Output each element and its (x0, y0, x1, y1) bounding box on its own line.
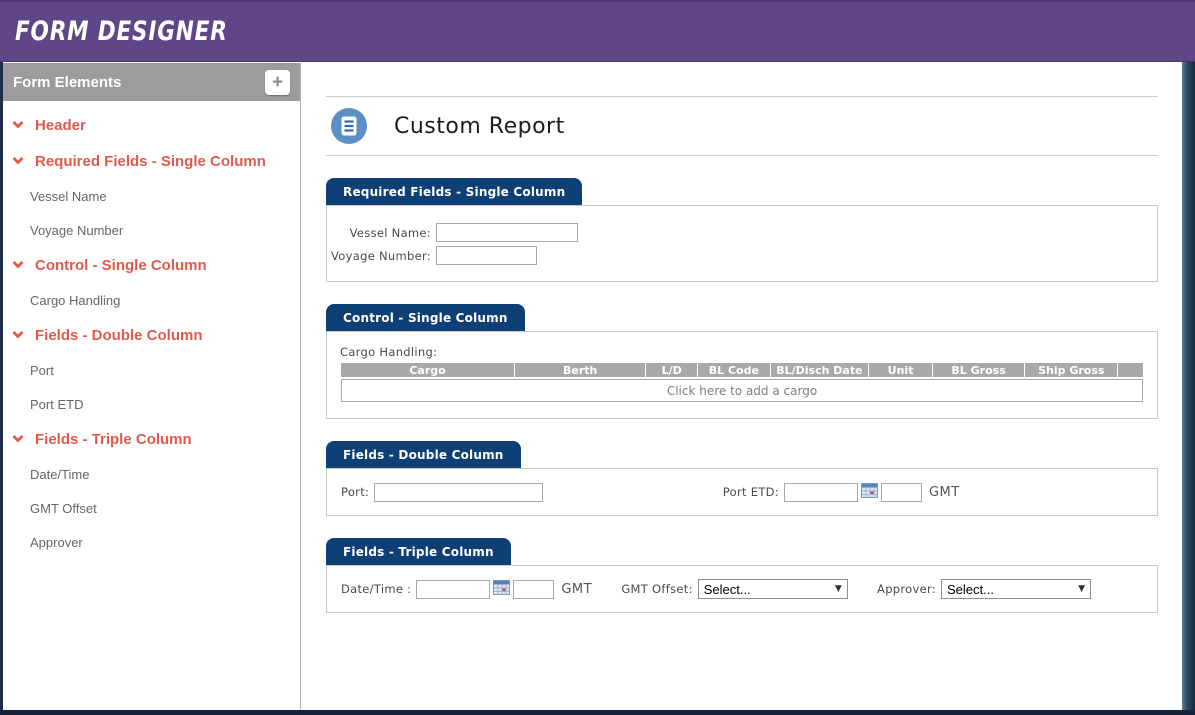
section-tab-control[interactable]: Control - Single Column (326, 304, 525, 331)
chevron-down-icon (12, 431, 23, 442)
section-tab-required-fields[interactable]: Required Fields - Single Column (326, 178, 582, 205)
sidebar-item-datetime[interactable]: Date/Time (3, 457, 300, 491)
gmt-label: GMT (929, 485, 960, 500)
chevron-down-icon (12, 153, 23, 164)
add-element-button[interactable]: + (265, 70, 290, 95)
sidebar-title: Form Elements (13, 74, 121, 91)
chevron-down-icon (12, 327, 23, 338)
column-header-berth: Berth (515, 363, 645, 377)
sidebar-item-port[interactable]: Port (3, 353, 300, 387)
column-header-bl-disch-date: BL/Disch Date (771, 363, 869, 377)
report-header: Custom Report (326, 96, 1158, 156)
cargo-table: Cargo Berth L/D BL Code BL/Disch Date Un… (340, 361, 1144, 404)
dropdown-arrow-icon: ▼ (1078, 584, 1085, 594)
window-frame-right (1182, 62, 1195, 715)
sidebar-header: Form Elements + (3, 63, 300, 101)
sidebar-item-gmt-offset[interactable]: GMT Offset (3, 491, 300, 525)
sidebar-group-triple-column[interactable]: Fields - Triple Column (3, 421, 300, 457)
approver-selected-value: Select... (947, 582, 994, 597)
approver-label: Approver: (877, 582, 936, 596)
window-frame-left (0, 62, 3, 715)
sidebar-group-double-column[interactable]: Fields - Double Column (3, 317, 300, 353)
voyage-number-label: Voyage Number: (327, 249, 431, 263)
section-triple-column: Fields - Triple Column Date/Time : (326, 538, 1158, 613)
section-tab-triple-column[interactable]: Fields - Triple Column (326, 538, 511, 565)
section-tab-double-column[interactable]: Fields - Double Column (326, 441, 521, 468)
gmt-offset-selected-value: Select... (704, 582, 751, 597)
section-control: Control - Single Column Cargo Handling: … (326, 304, 1158, 419)
datetime-input[interactable] (416, 580, 490, 599)
column-header-bl-gross: BL Gross (933, 363, 1024, 377)
vessel-name-label: Vessel Name: (327, 226, 431, 240)
sidebar-list: Header Required Fields - Single Column V… (3, 101, 300, 559)
top-header-bar: FORM DESIGNER (0, 0, 1195, 62)
datetime-label: Date/Time : (341, 582, 411, 596)
sidebar-item-port-etd[interactable]: Port ETD (3, 387, 300, 421)
gmt-offset-label: GMT Offset: (621, 582, 692, 596)
column-header-cargo: Cargo (341, 363, 514, 377)
port-etd-input[interactable] (784, 483, 858, 502)
app-title: FORM DESIGNER (15, 16, 228, 47)
sidebar-group-label: Fields - Double Column (35, 327, 203, 344)
sidebar-group-header[interactable]: Header (3, 107, 300, 143)
section-double-column: Fields - Double Column Port: Port ETD: (326, 441, 1158, 516)
page-title: Custom Report (394, 114, 565, 139)
table-row: Click here to add a cargo (341, 379, 1143, 402)
add-cargo-row[interactable]: Click here to add a cargo (341, 379, 1143, 402)
calendar-icon[interactable] (861, 483, 878, 502)
sidebar-item-cargo-handling[interactable]: Cargo Handling (3, 283, 300, 317)
cargo-handling-label: Cargo Handling: (340, 345, 1144, 359)
column-header-actions (1118, 363, 1143, 377)
form-elements-sidebar: Form Elements + Header Required Fields -… (3, 63, 301, 710)
sidebar-group-label: Fields - Triple Column (35, 431, 192, 448)
datetime-gmt-input[interactable] (513, 580, 554, 599)
voyage-number-input[interactable] (436, 246, 537, 265)
sidebar-group-label: Header (35, 117, 86, 134)
port-label: Port: (341, 485, 369, 499)
sidebar-group-required-fields[interactable]: Required Fields - Single Column (3, 143, 300, 179)
port-input[interactable] (374, 483, 543, 502)
column-header-unit: Unit (869, 363, 932, 377)
sidebar-item-approver[interactable]: Approver (3, 525, 300, 559)
cargo-table-header-row: Cargo Berth L/D BL Code BL/Disch Date Un… (341, 363, 1143, 377)
dropdown-arrow-icon: ▼ (835, 584, 842, 594)
sidebar-item-voyage-number[interactable]: Voyage Number (3, 213, 300, 247)
column-header-bl-code: BL Code (698, 363, 769, 377)
chevron-down-icon (12, 257, 23, 268)
column-header-ship-gross: Ship Gross (1025, 363, 1117, 377)
column-header-ld: L/D (646, 363, 697, 377)
port-etd-label: Port ETD: (723, 485, 779, 499)
vessel-name-input[interactable] (436, 223, 578, 242)
report-document-icon (330, 107, 368, 145)
section-required-fields: Required Fields - Single Column Vessel N… (326, 178, 1158, 282)
port-etd-gmt-input[interactable] (881, 483, 922, 502)
gmt-offset-select[interactable]: Select... ▼ (698, 579, 848, 599)
approver-select[interactable]: Select... ▼ (941, 579, 1091, 599)
chevron-down-icon (12, 117, 23, 128)
sidebar-group-label: Required Fields - Single Column (35, 153, 266, 170)
sidebar-item-vessel-name[interactable]: Vessel Name (3, 179, 300, 213)
window-frame-bottom (0, 710, 1195, 715)
sidebar-group-control[interactable]: Control - Single Column (3, 247, 300, 283)
sidebar-group-label: Control - Single Column (35, 257, 207, 274)
gmt-label: GMT (561, 582, 592, 597)
calendar-icon[interactable] (493, 580, 510, 599)
form-canvas: Custom Report Required Fields - Single C… (302, 63, 1182, 710)
